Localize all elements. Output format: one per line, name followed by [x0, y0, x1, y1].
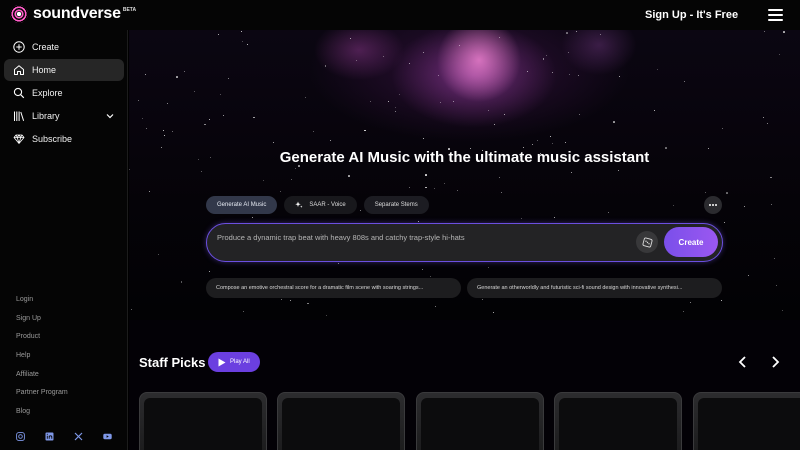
main-content: Generate AI Music with the ultimate musi…	[129, 30, 800, 450]
sidebar-item-label: Explore	[32, 88, 63, 98]
prompt-input[interactable]	[217, 233, 617, 242]
search-icon	[13, 87, 25, 99]
dice-icon	[642, 237, 652, 247]
staff-picks-carousel	[139, 392, 800, 450]
signup-button[interactable]: Sign Up - It's Free	[645, 9, 738, 21]
logo-icon	[10, 5, 28, 23]
chevron-down-icon[interactable]	[105, 111, 115, 121]
mode-tabs: Generate AI Music SAAR - Voice Separate …	[206, 196, 436, 214]
random-prompt-button[interactable]	[636, 231, 658, 253]
x-icon[interactable]	[74, 432, 83, 441]
sparkle-icon	[295, 201, 303, 208]
next-arrow-button[interactable]	[768, 355, 782, 369]
footer-links: Login Sign Up Product Help Affiliate Par…	[16, 296, 68, 427]
sidebar-item-explore[interactable]: Explore	[4, 82, 124, 104]
footer-link-signup[interactable]: Sign Up	[16, 315, 68, 334]
staff-picks-title: Staff Picks	[139, 355, 206, 370]
tab-saar-voice[interactable]: SAAR - Voice	[284, 196, 357, 214]
chevron-left-icon	[738, 356, 746, 368]
social-links	[16, 432, 132, 441]
suggestion-chip[interactable]: Generate an otherworldly and futuristic …	[467, 278, 722, 298]
footer-link-partner-program[interactable]: Partner Program	[16, 389, 68, 408]
sidebar-item-label: Library	[32, 111, 60, 121]
home-icon	[13, 64, 25, 76]
hero-title: Generate AI Music with the ultimate musi…	[279, 149, 650, 166]
suggestion-chip[interactable]: Compose an emotive orchestral score for …	[206, 278, 461, 298]
track-card[interactable]	[554, 392, 682, 450]
sidebar-item-subscribe[interactable]: Subscribe	[4, 128, 124, 150]
diamond-icon	[13, 133, 25, 145]
instagram-icon[interactable]	[16, 432, 25, 441]
sidebar-item-label: Home	[32, 65, 57, 75]
previous-arrow-button[interactable]	[736, 355, 750, 369]
plus-circle-icon	[13, 41, 25, 53]
prompt-box: Create	[206, 223, 723, 262]
play-all-button[interactable]: Play All	[208, 352, 260, 372]
top-bar: soundverse BETA Sign Up - It's Free	[0, 0, 800, 30]
tab-label: SAAR - Voice	[309, 202, 346, 208]
footer-link-affiliate[interactable]: Affiliate	[16, 371, 68, 390]
footer-link-login[interactable]: Login	[16, 296, 68, 315]
footer-link-product[interactable]: Product	[16, 333, 68, 352]
track-card[interactable]	[277, 392, 405, 450]
tab-generate-ai-music[interactable]: Generate AI Music	[206, 196, 278, 214]
linkedin-icon[interactable]	[45, 432, 54, 441]
play-all-label: Play All	[230, 359, 250, 365]
tab-separate-stems[interactable]: Separate Stems	[363, 196, 429, 214]
sidebar-item-home[interactable]: Home	[4, 59, 124, 81]
footer-link-help[interactable]: Help	[16, 352, 68, 371]
track-card[interactable]	[416, 392, 544, 450]
track-card[interactable]	[693, 392, 800, 450]
hero-background	[129, 30, 800, 320]
sidebar-item-library[interactable]: Library	[4, 105, 124, 127]
sidebar-item-label: Subscribe	[32, 134, 73, 144]
track-card[interactable]	[139, 392, 267, 450]
footer-link-blog[interactable]: Blog	[16, 408, 68, 427]
library-icon	[13, 110, 25, 122]
logo-text: soundverse	[33, 5, 121, 22]
hamburger-icon[interactable]	[768, 9, 783, 21]
sidebar: Create Home Explore Library Subscribe Lo…	[0, 30, 128, 450]
play-icon	[218, 358, 226, 366]
create-button[interactable]: Create	[664, 227, 718, 257]
more-options-button[interactable]	[704, 196, 722, 214]
logo[interactable]: soundverse BETA	[10, 5, 136, 23]
sidebar-item-label: Create	[32, 42, 60, 52]
sidebar-item-create[interactable]: Create	[4, 36, 124, 58]
chevron-right-icon	[772, 356, 780, 368]
youtube-icon[interactable]	[103, 432, 112, 441]
beta-badge: BETA	[122, 7, 137, 13]
